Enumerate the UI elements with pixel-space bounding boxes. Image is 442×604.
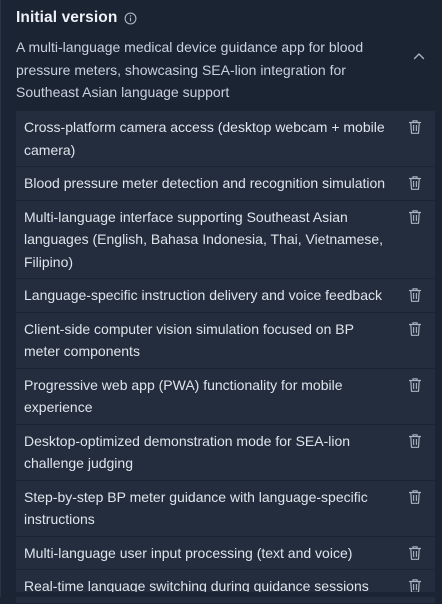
delete-feature-button[interactable] [407,118,423,136]
trash-icon [408,209,422,224]
delete-feature-button[interactable] [407,208,423,226]
trash-icon [408,288,422,302]
panel-bottom [1,592,442,597]
feature-item: Multi-language user input processing (te… [16,536,435,570]
delete-feature-button[interactable] [407,174,423,192]
feature-text: Multi-language interface supporting Sout… [24,208,384,270]
feature-item: Language-specific instruction delivery a… [16,279,435,313]
version-title: Initial version [16,9,118,26]
feature-item: Blood pressure meter detection and recog… [16,167,435,201]
delete-feature-button[interactable] [407,488,423,506]
feature-item: Step-by-step BP meter guidance with lang… [16,480,435,537]
chevron-up-icon [413,53,425,60]
feature-item: Desktop-optimized demonstration mode for… [16,424,435,481]
version-description: A multi-language medical device guidance… [16,39,364,100]
feature-item: Progressive web app (PWA) functionality … [16,368,435,425]
feature-text: Progressive web app (PWA) functionality … [24,376,343,416]
info-icon[interactable] [124,12,137,25]
trash-icon [408,489,422,504]
delete-feature-button[interactable] [407,432,423,450]
feature-item: Cross-platform camera access (desktop we… [16,111,435,167]
feature-text: Language-specific instruction delivery a… [24,287,382,303]
trash-icon [408,433,422,448]
delete-feature-button[interactable] [407,286,423,304]
feature-text: Desktop-optimized demonstration mode for… [24,432,351,472]
feature-text: Multi-language user input processing (te… [24,544,353,561]
version-header: Initial version [16,8,137,28]
delete-feature-button[interactable] [407,376,423,394]
feature-text: Step-by-step BP meter guidance with lang… [24,488,368,528]
feature-item: Client-side computer vision simulation f… [16,312,435,369]
feature-list: Cross-platform camera access (desktop we… [16,111,435,604]
collapse-button[interactable] [409,46,429,66]
delete-feature-button[interactable] [407,544,423,562]
feature-item: Real-time language switching during guid… [16,570,435,604]
feature-text: Blood pressure meter detection and recog… [24,175,386,191]
delete-feature-button[interactable] [407,320,423,338]
trash-icon [408,545,422,560]
feature-text: Client-side computer vision simulation f… [24,320,354,360]
trash-icon [408,377,422,392]
trash-icon [408,176,422,190]
feature-item: Multi-language interface supporting Sout… [16,200,435,279]
version-panel: Initial version A multi-language medical… [0,0,442,604]
trash-icon [408,120,422,134]
feature-text: Cross-platform camera access (desktop we… [24,119,385,158]
trash-icon [408,321,422,336]
